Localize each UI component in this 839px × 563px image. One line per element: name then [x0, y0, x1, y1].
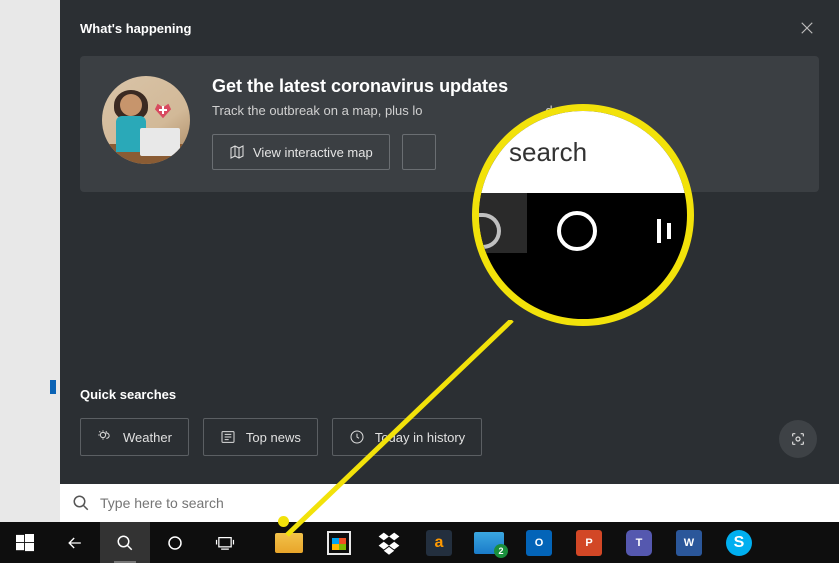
teams-button[interactable]: T [614, 522, 664, 563]
quick-searches-title: Quick searches [60, 387, 196, 402]
quick-searches-row: Weather Top news Today in history [80, 418, 482, 456]
cortana-button[interactable] [150, 522, 200, 563]
powerpoint-button[interactable]: P [564, 522, 614, 563]
mail-icon: 2 [474, 532, 504, 554]
whats-happening-title: What's happening [80, 21, 191, 36]
magnifier-callout: search [472, 104, 694, 326]
search-box[interactable] [60, 484, 839, 522]
outlook-icon: O [526, 530, 552, 556]
dropbox-button[interactable] [364, 522, 414, 563]
file-explorer-button[interactable] [264, 522, 314, 563]
start-button[interactable] [0, 522, 50, 563]
window-edge [0, 0, 60, 522]
close-button[interactable] [793, 14, 821, 42]
today-history-chip[interactable]: Today in history [332, 418, 482, 456]
dropbox-icon [376, 530, 402, 556]
skype-button[interactable]: S [714, 522, 764, 563]
search-icon [116, 534, 134, 552]
today-label: Today in history [375, 430, 465, 445]
taskview-button[interactable] [200, 522, 250, 563]
magnified-search-text: search [509, 137, 587, 168]
weather-chip[interactable]: Weather [80, 418, 189, 456]
promo-card: Get the latest coronavirus updates Track… [80, 56, 819, 192]
mail-button[interactable]: 2 [464, 522, 514, 563]
taskview-icon [215, 534, 235, 552]
back-button[interactable] [50, 522, 100, 563]
scan-icon [790, 431, 806, 447]
accent-mark [50, 380, 56, 394]
word-icon: W [676, 530, 702, 556]
clock-icon [349, 429, 365, 445]
magnified-searchbox: search [479, 111, 687, 193]
weather-label: Weather [123, 430, 172, 445]
amazon-icon: a [426, 530, 452, 556]
news-icon [220, 429, 236, 445]
powerpoint-icon: P [576, 530, 602, 556]
mail-badge: 2 [494, 544, 508, 558]
panel-header: What's happening [60, 0, 839, 50]
search-icon [72, 494, 90, 512]
search-panel: What's happening Get the latest coronavi… [60, 0, 839, 484]
search-input[interactable] [100, 495, 827, 511]
weather-icon [97, 429, 113, 445]
magnified-cortana-icon [557, 211, 597, 251]
back-icon [65, 533, 85, 553]
amazon-button[interactable]: a [414, 522, 464, 563]
store-icon [327, 531, 351, 555]
word-button[interactable]: W [664, 522, 714, 563]
outlook-button[interactable]: O [514, 522, 564, 563]
close-icon [800, 21, 814, 35]
view-map-label: View interactive map [253, 145, 373, 160]
teams-icon: T [626, 530, 652, 556]
taskbar: a 2 O P T W S [0, 522, 839, 563]
folder-icon [275, 533, 303, 553]
search-taskbar-button[interactable] [100, 522, 150, 563]
map-icon [229, 144, 245, 160]
topnews-label: Top news [246, 430, 301, 445]
visual-search-button[interactable] [779, 420, 817, 458]
promo-secondary-button[interactable] [402, 134, 436, 170]
skype-icon: S [726, 530, 752, 556]
view-map-button[interactable]: View interactive map [212, 134, 390, 170]
magnified-taskview-icon [657, 213, 681, 249]
topnews-chip[interactable]: Top news [203, 418, 318, 456]
desc-prefix: Track the outbreak on a map, plus lo [212, 103, 423, 118]
promo-title: Get the latest coronavirus updates [212, 76, 797, 97]
windows-icon [16, 534, 34, 552]
promo-illustration [102, 76, 190, 164]
callout-dot [278, 516, 289, 527]
store-button[interactable] [314, 522, 364, 563]
cortana-icon [166, 534, 184, 552]
